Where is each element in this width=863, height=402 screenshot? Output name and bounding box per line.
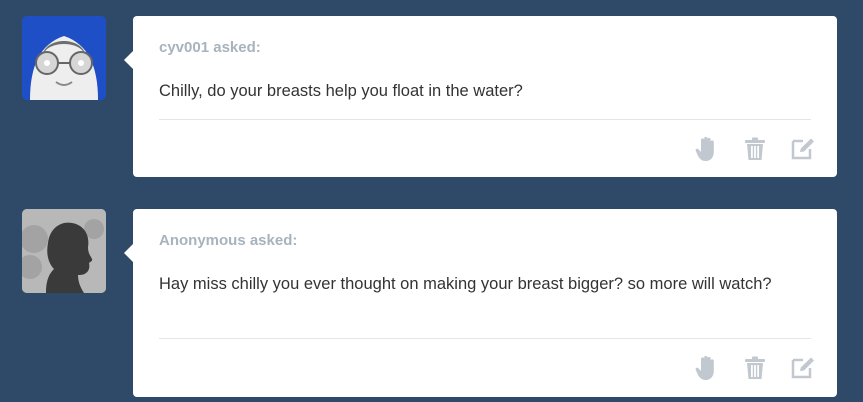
divider bbox=[159, 119, 811, 120]
block-button[interactable] bbox=[693, 135, 721, 163]
trash-icon bbox=[745, 137, 765, 160]
avatar[interactable] bbox=[22, 209, 106, 293]
question-text: Hay miss chilly you ever thought on maki… bbox=[159, 275, 772, 293]
avatar[interactable] bbox=[22, 16, 106, 100]
trash-icon bbox=[745, 356, 765, 379]
block-button[interactable] bbox=[693, 354, 721, 382]
action-bar bbox=[693, 135, 817, 163]
delete-button[interactable] bbox=[741, 135, 769, 163]
action-bar bbox=[693, 354, 817, 382]
delete-button[interactable] bbox=[741, 354, 769, 382]
ask-card: Anonymous asked: Hay miss chilly you eve… bbox=[124, 209, 837, 397]
anonymous-silhouette-icon bbox=[22, 209, 106, 293]
asker-label[interactable]: cyv001 asked: bbox=[159, 39, 261, 56]
block-hand-icon bbox=[695, 136, 714, 161]
divider bbox=[159, 338, 811, 339]
block-hand-icon bbox=[695, 355, 714, 380]
asker-label: Anonymous asked: bbox=[159, 232, 298, 249]
ask-card: cyv001 asked: Chilly, do your breasts he… bbox=[124, 16, 837, 177]
edit-button[interactable] bbox=[789, 354, 817, 382]
edit-icon bbox=[791, 357, 814, 379]
question-text: Chilly, do your breasts help you float i… bbox=[159, 82, 523, 100]
edit-icon bbox=[791, 138, 814, 160]
cartoon-avatar-icon bbox=[22, 16, 106, 100]
edit-button[interactable] bbox=[789, 135, 817, 163]
